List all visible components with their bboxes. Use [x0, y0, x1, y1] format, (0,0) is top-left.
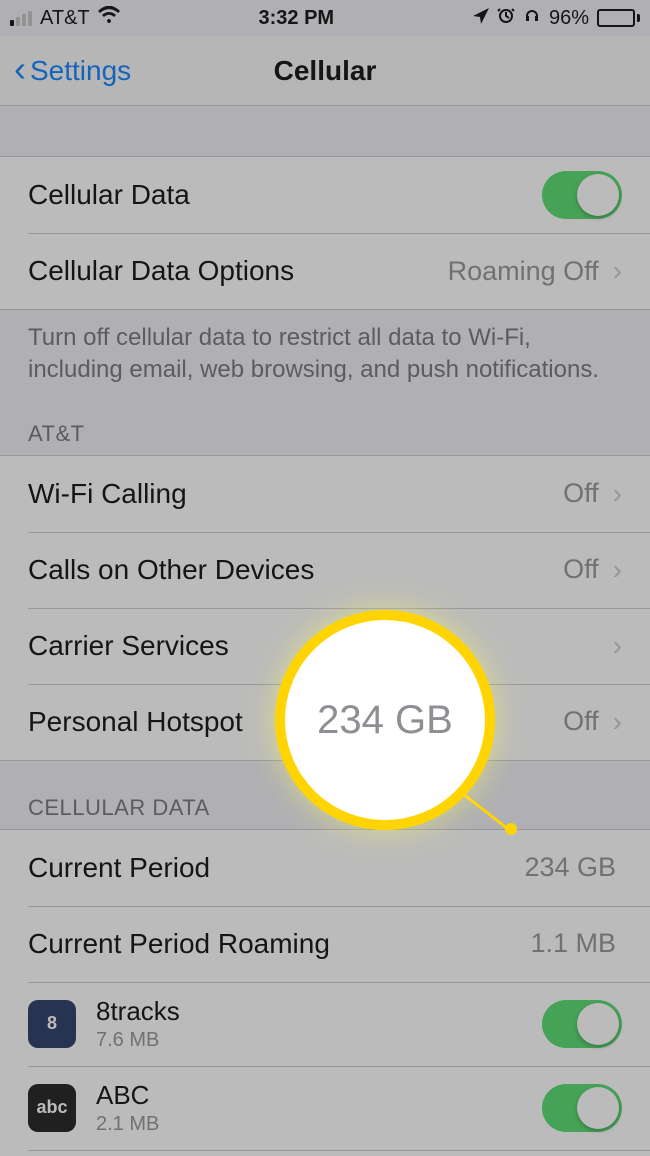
- chevron-right-icon: ›: [613, 478, 622, 510]
- app-size: 7.6 MB: [96, 1029, 542, 1052]
- screen: AT&T 3:32 PM 96% ‹ Setti: [0, 0, 650, 1156]
- cellular-data-label: Cellular Data: [28, 179, 542, 211]
- roaming-value: 1.1 MB: [530, 928, 616, 959]
- group-usage: Current Period 234 GB Current Period Roa…: [0, 829, 650, 1156]
- row-cellular-data[interactable]: Cellular Data: [0, 157, 650, 233]
- battery-pct: 96%: [549, 7, 589, 30]
- carrier-label: AT&T: [40, 7, 90, 30]
- chevron-right-icon: ›: [613, 630, 622, 662]
- row-current-period: Current Period 234 GB: [0, 830, 650, 906]
- row-wifi-calling[interactable]: Wi-Fi Calling Off ›: [0, 456, 650, 532]
- current-period-label: Current Period: [28, 852, 524, 884]
- status-left: AT&T: [10, 6, 120, 30]
- row-app-abc[interactable]: abc ABC 2.1 MB: [0, 1066, 650, 1150]
- clock: 3:32 PM: [259, 7, 335, 30]
- roaming-label: Current Period Roaming: [28, 928, 530, 960]
- att-header: AT&T: [0, 387, 650, 455]
- cellular-options-detail: Roaming Off: [448, 256, 599, 287]
- current-period-value: 234 GB: [524, 852, 616, 883]
- group-cellular: Cellular Data Cellular Data Options Roam…: [0, 156, 650, 310]
- location-icon: [473, 7, 489, 30]
- app-name: 8tracks: [96, 996, 542, 1027]
- row-current-roaming: Current Period Roaming 1.1 MB: [0, 906, 650, 982]
- back-button[interactable]: ‹ Settings: [14, 55, 131, 87]
- app-name: ABC: [96, 1080, 542, 1111]
- alarm-icon: [497, 6, 515, 30]
- app-icon-abc: abc: [28, 1084, 76, 1132]
- app-icon-8tracks: 8: [28, 1000, 76, 1048]
- cellular-footer: Turn off cellular data to restrict all d…: [0, 310, 650, 387]
- wifi-calling-detail: Off: [563, 478, 599, 509]
- row-cellular-options[interactable]: Cellular Data Options Roaming Off ›: [0, 233, 650, 309]
- chevron-left-icon: ‹: [14, 51, 26, 87]
- row-app-acorns[interactable]: Acorns: [0, 1150, 650, 1156]
- signal-icon: [10, 11, 32, 26]
- status-right: 96%: [473, 6, 640, 30]
- chevron-right-icon: ›: [613, 255, 622, 287]
- status-bar: AT&T 3:32 PM 96%: [0, 0, 650, 36]
- row-calls-other[interactable]: Calls on Other Devices Off ›: [0, 532, 650, 608]
- back-label: Settings: [30, 55, 131, 87]
- app-size: 2.1 MB: [96, 1113, 542, 1136]
- cellular-data-toggle[interactable]: [542, 171, 622, 219]
- app-toggle[interactable]: [542, 1084, 622, 1132]
- hotspot-detail: Off: [563, 706, 599, 737]
- callout-circle: 234 GB: [275, 610, 495, 830]
- row-app-8tracks[interactable]: 8 8tracks 7.6 MB: [0, 982, 650, 1066]
- callout-text: 234 GB: [317, 698, 453, 743]
- nav-bar: ‹ Settings Cellular: [0, 36, 650, 106]
- spacer: [0, 106, 650, 156]
- wifi-calling-label: Wi-Fi Calling: [28, 478, 563, 510]
- cellular-options-label: Cellular Data Options: [28, 255, 448, 287]
- headphones-icon: [523, 6, 541, 30]
- battery-icon: [597, 9, 640, 27]
- chevron-right-icon: ›: [613, 706, 622, 738]
- calls-other-label: Calls on Other Devices: [28, 554, 563, 586]
- app-toggle[interactable]: [542, 1000, 622, 1048]
- chevron-right-icon: ›: [613, 554, 622, 586]
- calls-other-detail: Off: [563, 554, 599, 585]
- callout-dot: [505, 823, 517, 835]
- wifi-icon: [98, 6, 120, 30]
